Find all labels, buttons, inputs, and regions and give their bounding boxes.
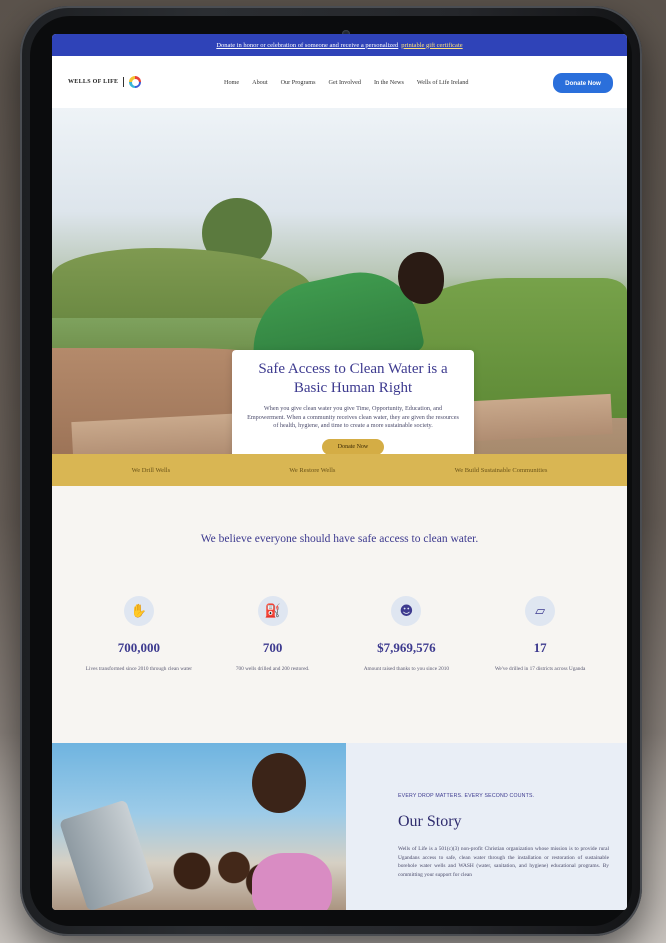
stat-number: 700 [262,640,283,655]
uganda-map-icon: ▱ [525,596,556,626]
story-body: Wells of Life is a 501(c)(3) non-profit … [398,846,609,878]
brand-divider [123,77,125,87]
donate-now-button[interactable]: Donate Now [553,73,613,93]
story-section: EVERY DROP MATTERS. EVERY SECOND COUNTS.… [52,743,627,910]
stat-description: 700 wells drilled and 200 restored. [235,666,310,672]
band-item-communities[interactable]: We Build Sustainable Communities [455,467,548,474]
story-title: Our Story [398,813,462,830]
story-photo-dress [252,853,332,910]
people-icon: ☻ [391,596,422,626]
hero-card: Safe Access to Clean Water is a Basic Hu… [232,350,474,454]
hand-water-icon: ✋ [123,596,154,626]
band-item-drill[interactable]: We Drill Wells [132,467,171,474]
jerrycan-icon: ⛽ [257,596,288,626]
hero-section: Safe Access to Clean Water is a Basic Hu… [52,108,627,454]
mission-headline: We believe everyone should have safe acc… [200,533,479,545]
stat-districts: ▱ 17 We've drilled in 17 districts acros… [485,596,595,674]
stat-lives: ✋ 700,000 Lives transformed since 2010 t… [84,596,194,674]
stat-raised: ☻ $7,969,576 Amount raised thanks to you… [351,596,461,674]
nav-about[interactable]: About [252,79,267,86]
stat-description: We've drilled in 17 districts across Uga… [494,666,586,672]
stat-description: Lives transformed since 2010 through cle… [85,666,192,672]
announcement-bar: Donate in honor or celebration of someon… [52,34,627,56]
nav-ireland[interactable]: Wells of Life Ireland [417,79,469,86]
main-nav: Home About Our Programs Get Involved In … [224,79,468,86]
stat-number: 17 [533,640,547,655]
stat-wells: ⛽ 700 700 wells drilled and 200 restored… [218,596,328,674]
mission-section: We believe everyone should have safe acc… [52,486,627,743]
programs-band: We Drill Wells We Restore Wells We Build… [52,454,627,486]
stats-row: ✋ 700,000 Lives transformed since 2010 t… [72,596,607,674]
site-header: WELLS OF LIFE Home About Our Programs Ge… [52,56,627,108]
stat-number: 700,000 [117,640,160,655]
hero-title: Safe Access to Clean Water is a Basic Hu… [258,361,448,396]
gift-certificate-link[interactable]: printable gift certificate [401,42,462,49]
announcement-link[interactable]: Donate in honor or celebration of someon… [216,42,398,49]
stat-number: $7,969,576 [377,640,436,655]
story-photo [52,743,346,910]
nav-in-the-news[interactable]: In the News [374,79,404,86]
story-photo-child [252,753,306,813]
nav-our-programs[interactable]: Our Programs [281,79,316,86]
story-photo-pump [59,799,155,910]
tablet-screen: Donate in honor or celebration of someon… [52,34,627,910]
hero-body: When you give clean water you give Time,… [247,405,459,430]
brand-logo[interactable]: WELLS OF LIFE [68,76,142,88]
stat-description: Amount raised thanks to you since 2010 [363,666,450,672]
hero-donate-button[interactable]: Donate Now [322,438,384,454]
hero-image-child-head [398,252,444,304]
story-text: EVERY DROP MATTERS. EVERY SECOND COUNTS.… [346,743,627,910]
band-item-restore[interactable]: We Restore Wells [289,467,335,474]
nav-get-involved[interactable]: Get Involved [328,79,360,86]
nav-home[interactable]: Home [224,79,239,86]
story-kicker: EVERY DROP MATTERS. EVERY SECOND COUNTS. [398,793,535,799]
brand-name: WELLS OF LIFE [68,79,119,85]
ring-logo-icon [129,76,142,88]
